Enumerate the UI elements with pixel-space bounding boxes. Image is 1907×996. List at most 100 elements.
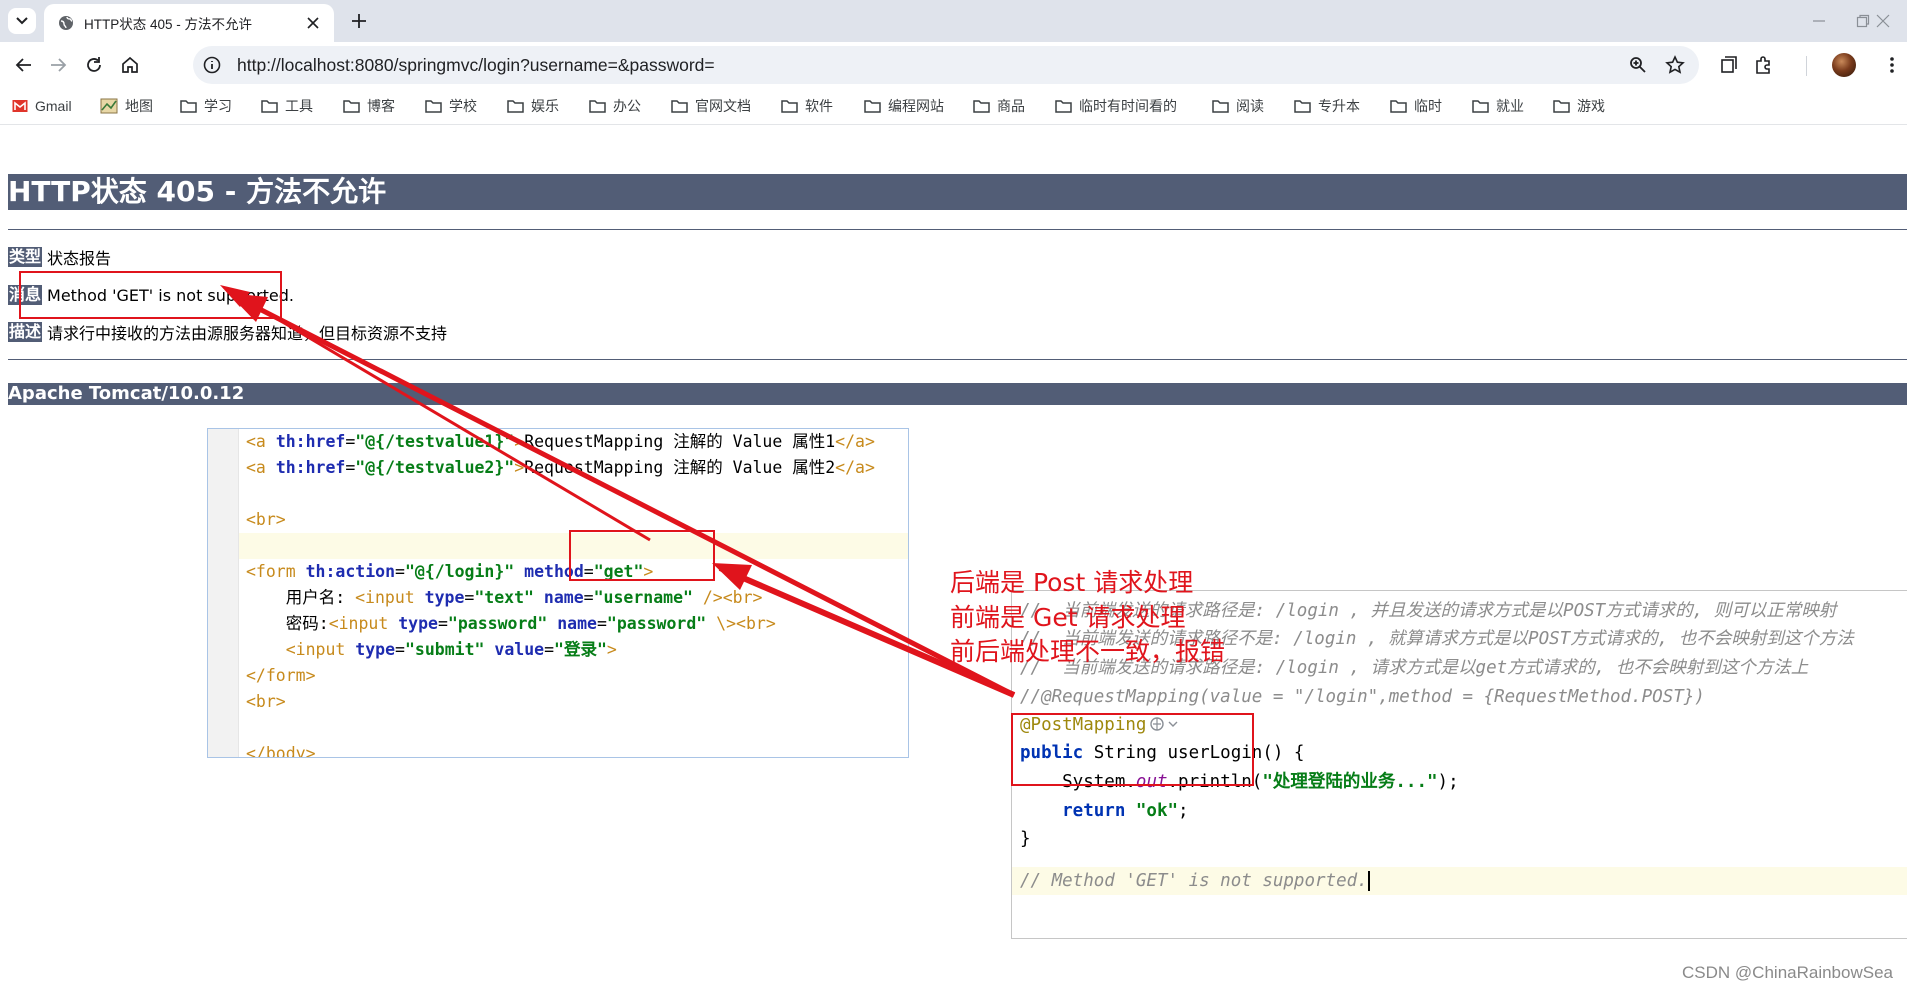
folder-icon [1472,100,1489,113]
type-value: 状态报告 [47,249,112,268]
browser-toolbar: http://localhost:8080/springmvc/login?us… [0,42,1907,88]
code-line: <a th:href="@{/testvalue1}">RequestMappi… [246,432,875,451]
bookmark-folder-entertainment[interactable]: 娱乐 [507,97,559,115]
zoom-icon[interactable] [1629,56,1647,74]
bookmark-folder-later[interactable]: 临时有时间看的 [1055,97,1177,115]
back-button[interactable] [12,53,36,77]
home-button[interactable] [118,53,142,77]
server-info: Apache Tomcat/10.0.12 [8,383,1907,405]
annotation-backend: 后端是 Post 请求处理 [950,568,1194,597]
bookmark-folder-jobs[interactable]: 就业 [1472,97,1524,115]
divider [8,229,1907,230]
bookmark-folder-goods[interactable]: 商品 [973,97,1025,115]
toolbar-separator [1806,56,1807,76]
bookmark-folder-blog[interactable]: 博客 [343,97,395,115]
bookmark-folder-coding[interactable]: 编程网站 [864,97,944,115]
minimize-button[interactable] [1810,12,1828,30]
folder-icon [343,100,360,113]
bookmark-folder-games[interactable]: 游戏 [1553,97,1605,115]
bookmark-folder-study[interactable]: 学习 [180,97,232,115]
folder-icon [973,100,990,113]
gmail-icon [12,100,28,112]
code-line: // Method 'GET' is not supported. [1020,871,1370,891]
bookmark-folder-office[interactable]: 办公 [589,97,641,115]
text-cursor [1367,871,1370,891]
bookmark-folder-docs[interactable]: 官网文档 [671,97,751,115]
highlight-box-message [19,271,282,319]
tab-search-button[interactable] [8,8,36,34]
code-line: } [1020,829,1031,849]
highlight-box-postmapping [1011,713,1254,786]
bookmark-gmail[interactable]: Gmail [12,97,72,115]
folder-icon [425,100,442,113]
bookmarks-bar: Gmail 地图 学习 工具 博客 学校 娱乐 办公 官网文档 软件 编程网站 … [0,88,1907,125]
code-line: return "ok"; [1020,801,1189,821]
arrow-left-icon [15,58,31,72]
tab-title: HTTP状态 405 - 方法不允许 [84,17,253,32]
code-line: <br> [246,692,286,711]
code-line: <input type="submit" value="登录"> [285,640,617,659]
code-line: <a th:href="@{/testvalue2}">RequestMappi… [246,458,875,477]
bookmark-folder-tools[interactable]: 工具 [261,97,313,115]
plus-icon [352,14,366,28]
more-vert-icon [1890,57,1894,73]
bookmark-folder-temp[interactable]: 临时 [1390,97,1442,115]
bookmark-map[interactable]: 地图 [100,97,153,115]
folder-icon [180,100,197,113]
reload-button[interactable] [82,53,106,77]
avatar[interactable] [1832,53,1856,77]
close-tab-icon[interactable] [304,14,322,32]
map-icon [100,98,118,114]
chevron-down-icon [16,17,28,25]
close-window-button[interactable] [1874,12,1892,30]
forward-button[interactable] [46,53,70,77]
copy-icon [1721,56,1737,73]
folder-icon [781,100,798,113]
restore-button[interactable] [1854,12,1872,30]
folder-icon [261,100,278,113]
reading-list-button[interactable] [1717,53,1741,77]
bookmark-star-icon[interactable] [1665,55,1685,75]
type-label: 类型 [8,247,43,267]
description-value: 请求行中接收的方法由源服务器知道，但目标资源不支持 [47,324,448,343]
folder-icon [1390,100,1407,113]
page-title: HTTP状态 405 - 方法不允许 [8,174,1907,210]
folder-icon [864,100,881,113]
close-icon [1876,14,1890,28]
annotation-mismatch: 前后端处理不一致，报错 [950,637,1226,666]
bookmark-folder-reading[interactable]: 阅读 [1212,97,1264,115]
tab-strip: HTTP状态 405 - 方法不允许 [0,0,1907,42]
extensions-button[interactable] [1752,53,1776,77]
code-line: <br> [246,510,286,529]
code-line: </body> [246,744,316,758]
bookmark-folder-upgrade[interactable]: 专升本 [1294,97,1360,115]
bookmark-folder-software[interactable]: 软件 [781,97,833,115]
type-row: 类型 状态报告 [8,246,111,268]
watermark: CSDN @ChinaRainbowSea [1682,963,1893,982]
folder-icon [1055,100,1072,113]
divider [8,359,1907,360]
code-line: 用户名: <input type="text" name="username" … [285,588,763,607]
minimize-icon [1813,20,1825,22]
new-tab-button[interactable] [348,10,370,32]
annotation-frontend: 前端是 Get 请求处理 [950,603,1186,632]
url-text[interactable]: http://localhost:8080/springmvc/login?us… [237,55,715,76]
info-icon[interactable] [203,56,221,74]
description-label: 描述 [8,322,43,342]
bookmark-folder-school[interactable]: 学校 [425,97,477,115]
reload-icon [87,57,101,72]
puzzle-icon [1756,56,1770,74]
address-bar[interactable]: http://localhost:8080/springmvc/login?us… [193,46,1699,84]
folder-icon [1294,100,1311,113]
folder-icon [1553,100,1570,113]
arrow-right-icon [51,58,67,72]
code-line: </form> [246,666,316,685]
code-comment: //@RequestMapping(value = "/login",metho… [1020,687,1705,707]
active-tab[interactable]: HTTP状态 405 - 方法不允许 [44,4,334,42]
folder-icon [589,100,606,113]
highlight-box-method [569,530,715,581]
menu-button[interactable] [1880,53,1904,77]
folder-icon [671,100,688,113]
globe-icon [59,16,73,30]
home-icon [122,56,138,73]
